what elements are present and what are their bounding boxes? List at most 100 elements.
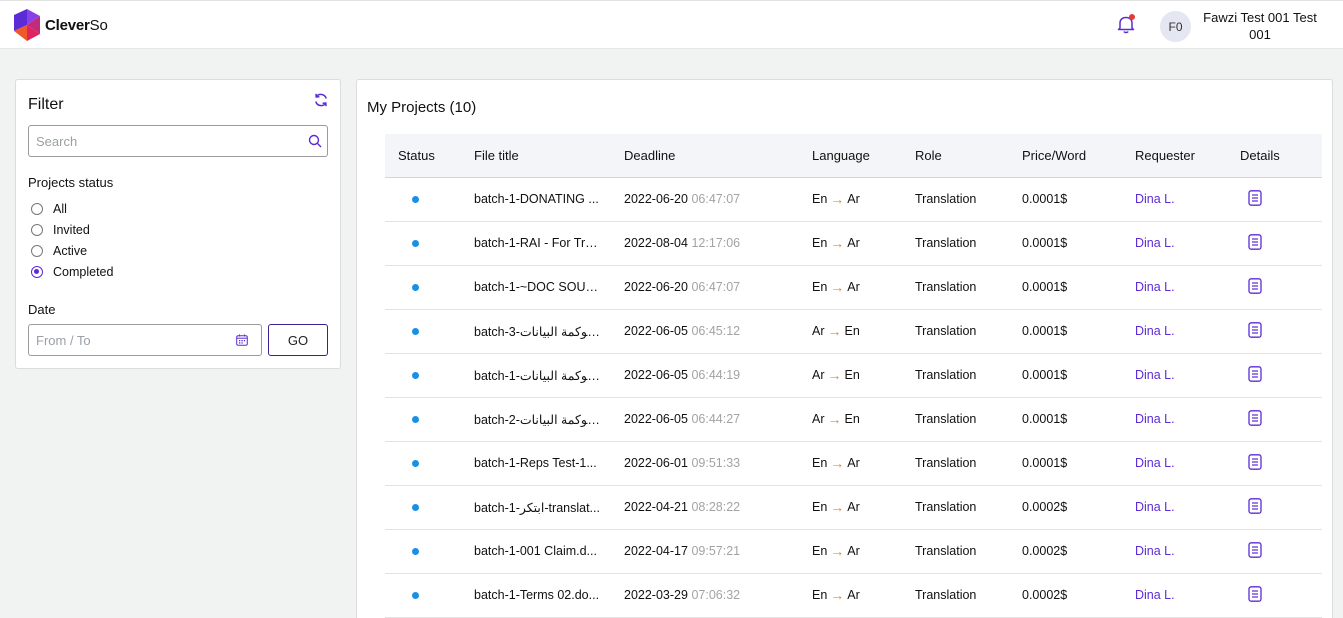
brand-name: CleverSo — [45, 16, 108, 34]
status-dot — [412, 416, 419, 423]
date-range-input[interactable] — [29, 325, 229, 355]
price-per-word: 0.0002$ — [1022, 544, 1068, 558]
cleverso-logo-icon — [14, 9, 40, 41]
document-icon[interactable] — [1248, 234, 1262, 250]
file-title: batch-1-RAI - For Tra... — [474, 236, 602, 250]
requester-link[interactable]: Dina L. — [1135, 192, 1175, 206]
role: Translation — [915, 324, 977, 338]
table-row[interactable]: batch-1-RAI - For Tra... 2022-08-04 12:1… — [385, 222, 1322, 266]
date-label: Date — [28, 302, 56, 317]
status-option-all[interactable]: All — [31, 202, 67, 216]
document-icon[interactable] — [1248, 322, 1262, 338]
requester-link[interactable]: Dina L. — [1135, 280, 1175, 294]
document-icon[interactable] — [1248, 498, 1262, 514]
document-icon[interactable] — [1248, 586, 1262, 602]
price-per-word: 0.0002$ — [1022, 500, 1068, 514]
language-pair: En → Ar — [812, 279, 860, 295]
filter-panel: Filter Projects status All Invited Activ… — [15, 79, 341, 369]
file-title: batch-3-لحوكمة البيانات ... — [474, 325, 602, 339]
status-dot — [412, 504, 419, 511]
table-row[interactable]: batch-2-ة لحوكمة البيانات... 2022-06-05 … — [385, 398, 1322, 442]
status-dot — [412, 592, 419, 599]
table-row[interactable]: batch-1-001 Claim.d... 2022-04-17 09:57:… — [385, 530, 1322, 574]
file-title: batch-1-ة لحوكمة البيانات... — [474, 369, 602, 383]
deadline: 2022-04-21 08:28:22 — [624, 500, 741, 514]
deadline: 2022-06-20 06:47:07 — [624, 192, 741, 206]
deadline: 2022-06-20 06:47:07 — [624, 280, 741, 294]
file-title: batch-2-ة لحوكمة البيانات... — [474, 413, 602, 427]
status-option-invited[interactable]: Invited — [31, 223, 90, 237]
user-name[interactable]: Fawzi Test 001 Test 001 — [1200, 9, 1320, 43]
user-avatar[interactable]: F0 — [1160, 11, 1191, 42]
document-icon[interactable] — [1248, 190, 1262, 206]
role: Translation — [915, 456, 977, 470]
document-icon[interactable] — [1248, 366, 1262, 382]
requester-link[interactable]: Dina L. — [1135, 412, 1175, 426]
file-title: batch-1-Terms 02.do... — [474, 588, 600, 602]
table-header: Status File title Deadline Language Role… — [385, 134, 1322, 178]
status-dot — [412, 548, 419, 555]
arrow-right-icon: → — [830, 279, 845, 295]
arrow-right-icon: → — [830, 543, 845, 559]
role: Translation — [915, 236, 977, 250]
role: Translation — [915, 280, 977, 294]
table-row[interactable]: batch-1-Terms 02.do... 2022-03-29 07:06:… — [385, 574, 1322, 618]
language-pair: Ar → En — [812, 411, 860, 427]
arrow-right-icon: → — [827, 411, 842, 427]
price-per-word: 0.0001$ — [1022, 368, 1068, 382]
radio-invited[interactable] — [31, 224, 43, 236]
price-per-word: 0.0001$ — [1022, 412, 1068, 426]
search-icon[interactable] — [308, 134, 322, 148]
projects-title: My Projects (10) — [367, 99, 477, 116]
table-row[interactable]: batch-1-ة لحوكمة البيانات... 2022-06-05 … — [385, 354, 1322, 398]
document-icon[interactable] — [1248, 278, 1262, 294]
radio-all[interactable] — [31, 203, 43, 215]
language-pair: En → Ar — [812, 543, 860, 559]
document-icon[interactable] — [1248, 410, 1262, 426]
deadline: 2022-03-29 07:06:32 — [624, 588, 741, 602]
status-option-completed[interactable]: Completed — [31, 265, 113, 279]
role: Translation — [915, 412, 977, 426]
table-row[interactable]: batch-1-~DOC SOUR... 2022-06-20 06:47:07… — [385, 266, 1322, 310]
projects-table-body: batch-1-DONATING ... 2022-06-20 06:47:07… — [385, 178, 1322, 618]
arrow-right-icon: → — [827, 367, 842, 383]
notifications-button[interactable] — [1115, 13, 1137, 35]
refresh-icon[interactable] — [313, 92, 329, 108]
requester-link[interactable]: Dina L. — [1135, 544, 1175, 558]
requester-link[interactable]: Dina L. — [1135, 324, 1175, 338]
table-row[interactable]: batch-1-DONATING ... 2022-06-20 06:47:07… — [385, 178, 1322, 222]
price-per-word: 0.0001$ — [1022, 280, 1068, 294]
calendar-icon[interactable] — [236, 334, 248, 346]
price-per-word: 0.0001$ — [1022, 192, 1068, 206]
column-status: Status — [398, 148, 435, 163]
status-option-active[interactable]: Active — [31, 244, 87, 258]
arrow-right-icon: → — [830, 455, 845, 471]
arrow-right-icon: → — [830, 587, 845, 603]
column-requester: Requester — [1135, 148, 1195, 163]
requester-link[interactable]: Dina L. — [1135, 588, 1175, 602]
status-dot — [412, 284, 419, 291]
deadline: 2022-06-05 06:44:27 — [624, 412, 741, 426]
language-pair: Ar → En — [812, 323, 860, 339]
requester-link[interactable]: Dina L. — [1135, 236, 1175, 250]
radio-active[interactable] — [31, 245, 43, 257]
document-icon[interactable] — [1248, 454, 1262, 470]
requester-link[interactable]: Dina L. — [1135, 456, 1175, 470]
requester-link[interactable]: Dina L. — [1135, 368, 1175, 382]
requester-link[interactable]: Dina L. — [1135, 500, 1175, 514]
search-input[interactable] — [29, 126, 294, 156]
brand-logo[interactable]: CleverSo — [14, 9, 108, 41]
role: Translation — [915, 544, 977, 558]
document-icon[interactable] — [1248, 542, 1262, 558]
date-range-field — [28, 324, 262, 356]
filter-title: Filter — [28, 96, 64, 113]
radio-completed[interactable] — [31, 266, 43, 278]
table-row[interactable]: batch-1-Reps Test-1... 2022-06-01 09:51:… — [385, 442, 1322, 486]
go-button[interactable]: GO — [268, 324, 328, 356]
deadline: 2022-04-17 09:57:21 — [624, 544, 741, 558]
deadline: 2022-06-05 06:44:19 — [624, 368, 741, 382]
table-row[interactable]: batch-3-لحوكمة البيانات ... 2022-06-05 0… — [385, 310, 1322, 354]
table-row[interactable]: batch-1-ابتكر-translat... 2022-04-21 08:… — [385, 486, 1322, 530]
column-details: Details — [1240, 148, 1280, 163]
notification-badge — [1129, 14, 1135, 20]
